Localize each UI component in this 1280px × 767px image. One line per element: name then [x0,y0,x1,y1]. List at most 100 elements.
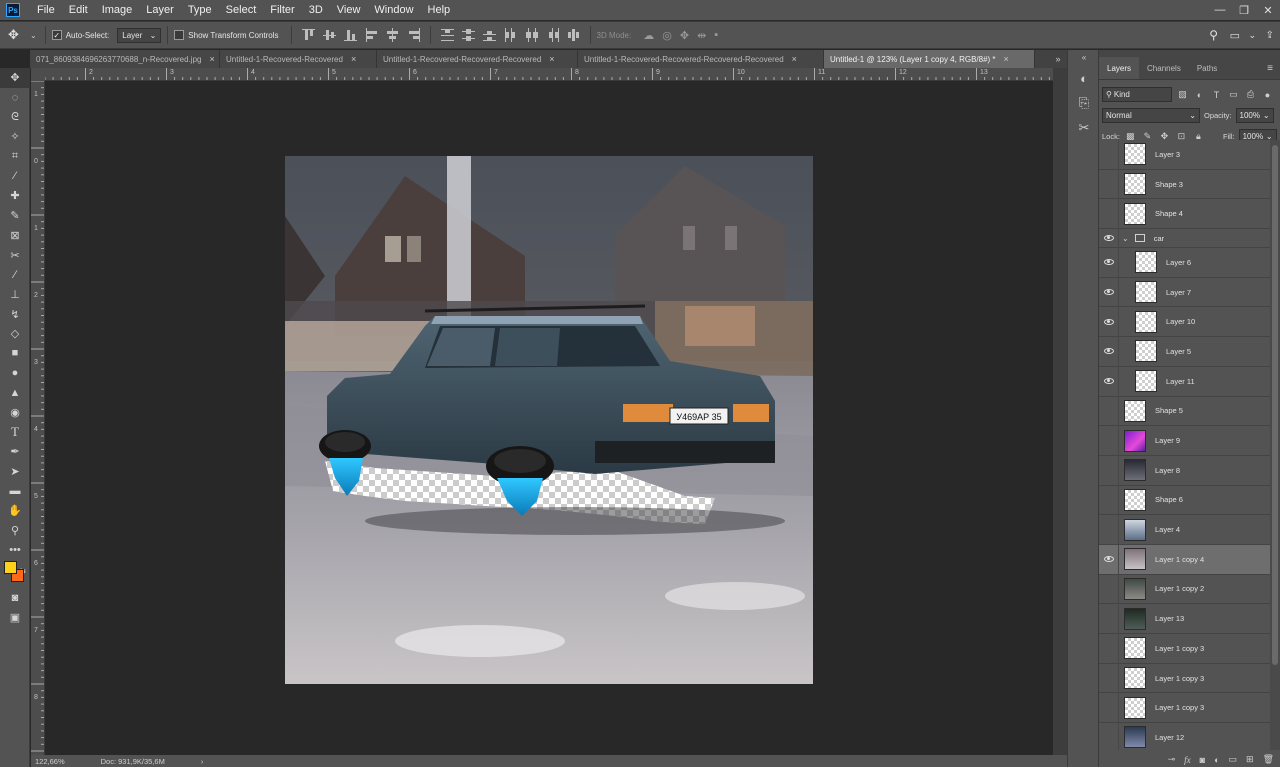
menu-layer[interactable]: Layer [139,0,181,20]
lasso-tool-icon[interactable]: ᘓ [0,107,30,127]
properties-tools-icon[interactable]: ✂ [1068,114,1100,142]
3d-slide-icon[interactable]: ⇹ [697,29,706,42]
share-icon[interactable]: ⇪ [1266,30,1274,41]
visibility-toggle[interactable] [1099,515,1119,545]
healing-brush-tool-icon[interactable]: ✚ [0,186,30,206]
screen-mode-icon[interactable]: ▣ [0,608,30,628]
tool-preset-dropdown[interactable]: ⌄ [30,31,37,40]
delete-layer-icon[interactable]: 🗑︎ [1263,754,1274,765]
layer-row[interactable]: Shape 6 [1099,485,1270,516]
dodge-tool-icon[interactable]: ● [0,363,30,383]
layer-list[interactable]: Layer 3 Shape 3 Shape 4 ⌄ car Layer 6 Layer 7 L… [1099,140,1270,750]
align-right-icon[interactable] [407,28,420,42]
visibility-toggle[interactable] [1099,396,1119,426]
menu-select[interactable]: Select [219,0,264,20]
layer-row[interactable]: Layer 9 [1099,426,1270,456]
layer-row[interactable]: Shape 4 [1099,199,1270,230]
align-bottom-icon[interactable] [343,28,357,42]
scrollbar-thumb[interactable] [1272,145,1278,665]
adjustments-icon[interactable]: ◐ [1068,64,1100,92]
move-tool-icon[interactable]: ✥ [0,68,30,88]
layer-row[interactable]: Layer 8 [1099,455,1270,486]
menu-file[interactable]: File [30,0,62,20]
layer-row[interactable]: Layer 5 [1099,336,1270,367]
filter-toggle-icon[interactable]: ● [1261,90,1274,100]
layer-row[interactable]: Shape 3 [1099,169,1270,200]
tab-layers[interactable]: Layers [1099,57,1140,79]
filter-pixel-icon[interactable]: ▨ [1176,89,1189,100]
close-icon[interactable]: × [1004,54,1009,64]
layer-row[interactable]: Layer 3 [1099,140,1270,170]
workspace-dropdown-icon[interactable]: ⌄ [1248,30,1256,41]
zoom-tool-icon[interactable]: ⚲ [0,521,30,541]
visibility-toggle[interactable] [1099,604,1119,634]
close-icon[interactable]: × [209,54,214,64]
new-group-icon[interactable]: ▭ [1229,754,1238,765]
visibility-toggle[interactable] [1099,722,1119,750]
eyedropper-tool-icon[interactable]: ⁄ [0,166,30,186]
clone-stamp-tool-icon[interactable]: ⊥ [0,285,30,305]
filter-shape-icon[interactable]: ▭ [1227,89,1240,100]
canvas-workspace[interactable]: У469АР 35 [45,82,1053,755]
content-aware-move-icon[interactable]: ✂ [0,245,30,265]
visibility-toggle[interactable] [1099,544,1119,574]
tab-paths[interactable]: Paths [1189,57,1225,79]
magic-wand-tool-icon[interactable]: ✧ [0,127,30,147]
add-mask-icon[interactable]: ◙ [1200,755,1205,765]
layer-row[interactable]: Layer 1 copy 3 [1099,633,1270,664]
layer-row[interactable]: Layer 13 [1099,604,1270,634]
align-top-icon[interactable] [301,28,315,42]
auto-select-dropdown[interactable]: Layer ⌄ [117,27,162,43]
tab-channels[interactable]: Channels [1139,57,1189,79]
3d-orbit-icon[interactable]: ☁ [643,29,654,42]
visibility-toggle[interactable] [1099,455,1119,485]
visibility-toggle[interactable] [1099,485,1119,515]
opacity-input[interactable]: 100% ⌄ [1235,108,1274,123]
layer-row[interactable]: Layer 1 copy 3 [1099,693,1270,724]
history-icon[interactable]: ⎘ [1068,92,1100,114]
visibility-toggle[interactable] [1099,574,1119,604]
sharpen-tool-icon[interactable]: ▲ [0,383,30,403]
workspace-icon[interactable]: ▭ [1230,29,1240,42]
horizontal-ruler[interactable]: 2 3 4 5 6 7 8 9 10 11 12 13 [45,68,1053,81]
tab-document-3[interactable]: Untitled-1-Recovered-Recovered-Recovered… [377,50,578,68]
eraser-tool-icon[interactable]: ◇ [0,324,30,344]
sponge-tool-icon[interactable]: ◉ [0,403,30,423]
restore-button[interactable]: ❐ [1232,0,1256,20]
status-menu-arrow[interactable]: › [201,757,204,766]
path-selection-tool-icon[interactable]: ➤ [0,462,30,482]
layer-row[interactable]: ⌄ car [1099,223,1270,253]
layer-row[interactable]: Layer 1 copy 4 [1099,544,1270,575]
close-icon[interactable]: × [792,54,797,64]
menu-window[interactable]: Window [367,0,420,20]
minimize-button[interactable]: — [1208,0,1232,20]
close-icon[interactable]: × [549,54,554,64]
menu-3d[interactable]: 3D [302,0,330,20]
auto-align-icon[interactable] [567,28,580,42]
layer-row[interactable]: Layer 4 [1099,515,1270,545]
menu-edit[interactable]: Edit [62,0,95,20]
tab-document-2[interactable]: Untitled-1-Recovered-Recovered × [220,50,377,68]
type-tool-icon[interactable]: T [0,422,30,442]
align-horizontal-center-icon[interactable] [386,28,399,42]
link-layers-icon[interactable]: ⊸ [1168,754,1176,765]
distribute-hcenter-icon[interactable] [525,28,538,42]
rectangle-tool-icon[interactable]: ▬ [0,481,30,501]
visibility-toggle[interactable] [1099,426,1119,456]
foreground-color-swatch[interactable] [4,561,17,574]
3d-pan-icon[interactable]: ✥ [680,29,689,42]
history-brush-tool-icon[interactable]: ↯ [0,304,30,324]
distribute-vcenter-icon[interactable] [461,28,475,42]
align-left-icon[interactable] [365,28,378,42]
auto-select-checkbox[interactable]: ✓ [51,30,62,40]
frame-tool-icon[interactable]: ⊠ [0,226,30,246]
layer-row[interactable]: Layer 11 [1099,366,1270,397]
zoom-level[interactable]: 122,66% [35,757,65,766]
tab-document-4[interactable]: Untitled-1-Recovered-Recovered-Recovered… [578,50,824,68]
visibility-toggle[interactable] [1099,247,1119,277]
hand-tool-icon[interactable]: ✋ [0,501,30,521]
3d-scale-icon[interactable]: ▪ [714,29,718,41]
new-layer-icon[interactable]: ⊞ [1246,754,1254,765]
marquee-tool-icon[interactable]: ◌ [0,88,30,108]
layer-row[interactable]: Shape 5 [1099,396,1270,427]
